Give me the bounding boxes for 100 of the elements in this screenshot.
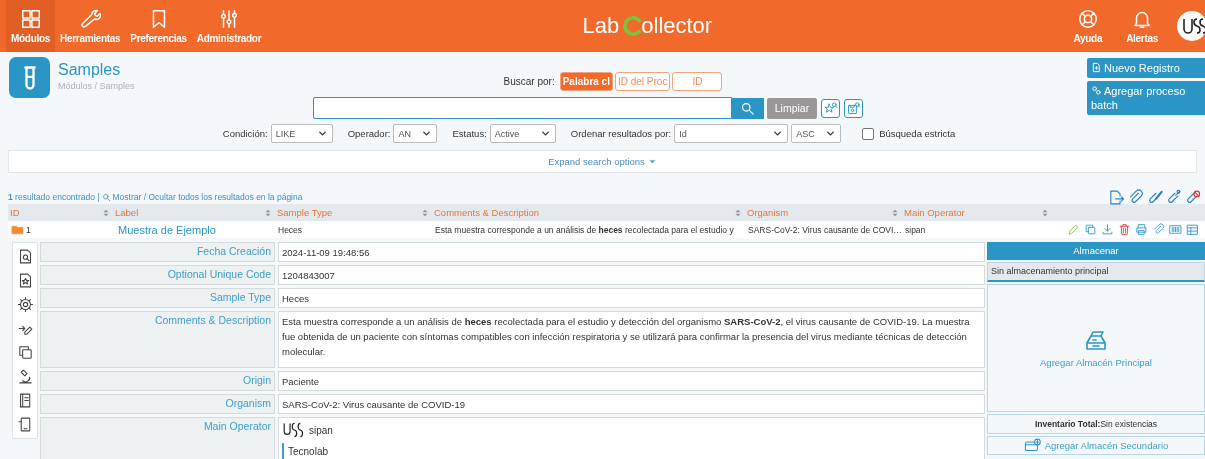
- breadcrumb: Módulos / Samples: [58, 81, 135, 91]
- nav-item[interactable]: Administrador: [191, 0, 267, 52]
- table-cell: sipan: [905, 224, 926, 235]
- table-cell: SARS-CoV-2: Virus causante de COVI…: [748, 224, 902, 235]
- card-icon: [1023, 437, 1041, 454]
- favorite-search-button[interactable]: [821, 98, 841, 118]
- chevron-icon: [421, 128, 433, 139]
- search-icon: [740, 100, 756, 116]
- paperclip-scissors-icon[interactable]: [1165, 188, 1182, 206]
- chevron-icon: [316, 128, 328, 139]
- record-link[interactable]: Muestra de Ejemplo: [118, 223, 216, 236]
- search-button[interactable]: [731, 97, 764, 119]
- save-icon: [846, 100, 862, 116]
- field-label: Optional Unique Code: [40, 265, 275, 285]
- field-value: Esta muestra corresponde a un análisis de heces recolectada para el estudio y detección del organismo SARS-CoV-2, el virus causante de COVID-19. La muestra fue obtenida de un paciente con síntomas compatibles con infección respiratoria y se utilizará para confirmar la presencia del virus mediante técnicas de detección molecular.: [278, 311, 985, 368]
- avatar[interactable]: [1177, 11, 1205, 41]
- file-plus-icon: [1091, 62, 1102, 73]
- field-label: Fecha Creación: [40, 242, 275, 262]
- star-icon: [823, 100, 839, 116]
- chevron-icon: [539, 128, 551, 139]
- filter-select[interactable]: LIKE: [270, 124, 333, 143]
- field-value: SARS-CoV-2: Virus causante de COVID-19: [278, 394, 985, 414]
- avatar: [282, 421, 304, 439]
- table-cell: 1: [26, 224, 31, 235]
- gear-icon[interactable]: [16, 296, 34, 313]
- search-field[interactable]: [312, 97, 732, 119]
- filter-label: Operador:: [347, 128, 391, 139]
- search-mode-tab[interactable]: Palabra cl: [559, 72, 613, 91]
- column-header[interactable]: ID: [10, 207, 20, 218]
- table-icon[interactable]: [1186, 223, 1199, 236]
- inventory-total: Inventario Total:Sin existencias: [987, 414, 1205, 434]
- sort-icon: [733, 207, 743, 218]
- barcode-icon[interactable]: [1169, 223, 1182, 236]
- nav-item[interactable]: Alertas: [1121, 8, 1163, 44]
- table-cell: Esta muestra corresponde a un análisis de heces recolectada para el estudio y: [435, 224, 734, 235]
- field-value: 1204843007: [278, 265, 985, 285]
- caret-icon: [647, 157, 657, 166]
- sort-icon: [101, 207, 111, 218]
- expand-link[interactable]: Expand search options: [548, 156, 657, 167]
- filter-label: Ordenar resultados por:: [570, 128, 672, 139]
- add-main-storage-link[interactable]: Agregar Almacén Principal: [1040, 356, 1152, 368]
- table-cell: Heces: [278, 224, 303, 235]
- trash-icon[interactable]: [1118, 223, 1131, 236]
- field-label: Organism: [40, 394, 275, 414]
- sort-icon: [420, 207, 430, 218]
- strict-label: Búsqueda estricta: [879, 128, 956, 139]
- nav-item[interactable]: Herramientas: [55, 0, 126, 52]
- paperclip-icon[interactable]: [1127, 188, 1144, 206]
- folder-icon: [11, 223, 24, 236]
- chevron-icon: [772, 128, 784, 139]
- field-value: Heces: [278, 288, 985, 308]
- action-button[interactable]: Nuevo Registro: [1087, 58, 1205, 78]
- printer-icon[interactable]: [1135, 223, 1148, 236]
- filter-label: Estatus:: [452, 128, 487, 139]
- nav-item[interactable]: Preferencias: [125, 0, 192, 52]
- column-header[interactable]: Comments & Description: [434, 207, 540, 218]
- field-value: 2024-11-09 19:48:56: [278, 242, 985, 262]
- copy-icon[interactable]: [16, 344, 34, 361]
- field-label: Comments & Description: [40, 311, 275, 368]
- clear-button[interactable]: Limpiar: [766, 97, 818, 119]
- download-icon[interactable]: [1101, 223, 1114, 236]
- column-header[interactable]: Label: [115, 207, 139, 218]
- filter-select[interactable]: AN: [393, 124, 438, 143]
- search-mode-tab[interactable]: ID: [672, 72, 723, 91]
- grid-icon: [19, 8, 42, 30]
- action-button[interactable]: Agregar proceso batch: [1087, 81, 1205, 115]
- filter-select[interactable]: Id: [674, 124, 789, 143]
- paperclip-icon[interactable]: [1152, 223, 1165, 236]
- storage-status: Sin almacenamiento principal: [987, 262, 1205, 282]
- toggle-results-link[interactable]: Mostrar / Ocultar todos los resultados en la página: [112, 192, 303, 202]
- add-secondary-storage-button[interactable]: Agregar Almacén Secundario: [987, 436, 1205, 455]
- file-export-icon[interactable]: [1108, 188, 1125, 206]
- paperclip-ban-icon[interactable]: [1184, 188, 1201, 206]
- field-value: Paciente: [278, 371, 985, 391]
- page-title: Samples: [58, 61, 122, 79]
- sort-icon: [1040, 207, 1050, 218]
- column-header[interactable]: Main Operator: [904, 207, 965, 218]
- logo-mark-icon: [621, 15, 644, 37]
- operator-name: sipan: [309, 424, 333, 436]
- storage-icon: [1084, 328, 1108, 353]
- nav-item[interactable]: Ayuda: [1068, 8, 1108, 44]
- strict-checkbox[interactable]: [862, 127, 875, 140]
- search-by-label: Buscar por:: [503, 76, 555, 87]
- wrench-icon: [79, 8, 102, 30]
- saved-search-button[interactable]: [844, 98, 864, 118]
- nav-item[interactable]: Módulos: [6, 0, 55, 52]
- field-label: Origin: [40, 371, 275, 391]
- paperclip-pen-icon[interactable]: [1146, 188, 1163, 206]
- filter-label: Condición:: [222, 128, 268, 139]
- column-header[interactable]: Sample Type: [277, 207, 333, 218]
- help-icon: [1076, 8, 1099, 30]
- filter-select[interactable]: ASC: [791, 124, 842, 143]
- zoom-icon: [101, 192, 111, 202]
- logo-text: ollector: [641, 13, 713, 39]
- search-mode-tab[interactable]: ID del Proc: [614, 72, 671, 91]
- column-header[interactable]: Organism: [747, 207, 789, 218]
- field-label: Main Operator: [40, 417, 275, 459]
- filter-select[interactable]: Active: [489, 124, 556, 143]
- chevron-icon: [825, 128, 837, 139]
- field-label: Sample Type: [40, 288, 275, 308]
